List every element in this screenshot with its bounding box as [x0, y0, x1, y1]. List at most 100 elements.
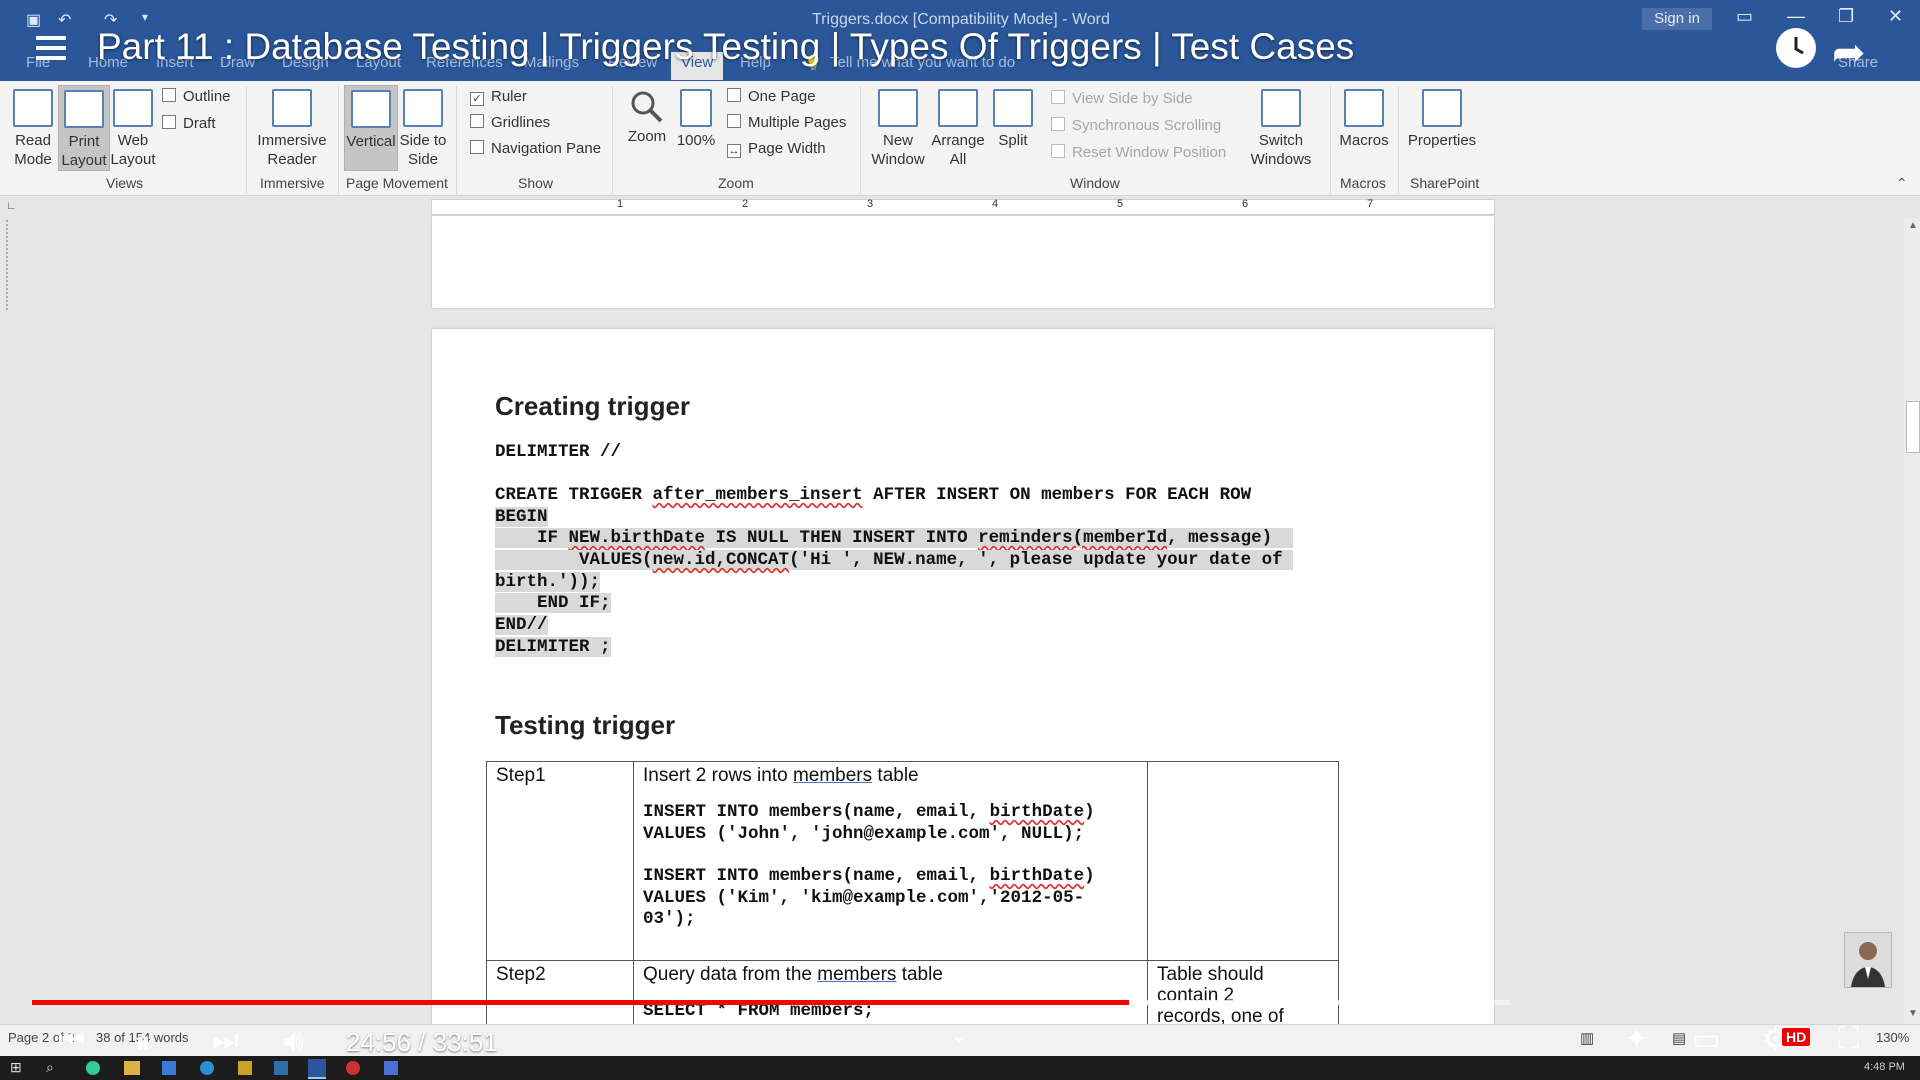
- scroll-down-icon[interactable]: ▼: [1908, 1008, 1918, 1019]
- macros-button[interactable]: Macros: [1336, 89, 1392, 150]
- split-label: Split: [998, 132, 1028, 149]
- exit-fullscreen-icon[interactable]: ⛶: [1838, 1022, 1859, 1056]
- sync-scrolling-button[interactable]: Synchronous Scrolling: [1051, 117, 1221, 134]
- draft-button[interactable]: Draft: [162, 115, 216, 132]
- side-to-side-label: Side to Side: [399, 132, 447, 168]
- step-desc-link: members: [817, 964, 897, 985]
- watch-later-icon[interactable]: [1776, 28, 1816, 68]
- autoplay-icon[interactable]: ✦: [1624, 1022, 1649, 1057]
- code-insert-2: INSERT INTO members(name, email, birthDa…: [634, 845, 1147, 888]
- split-icon: [993, 89, 1033, 127]
- word-taskbar-icon[interactable]: [308, 1059, 326, 1079]
- vertical-icon: [351, 90, 391, 128]
- minimize-icon[interactable]: —: [1787, 6, 1805, 27]
- read-mode-icon: [13, 89, 53, 127]
- page-width-button[interactable]: ↔ Page Width: [727, 140, 826, 158]
- chevron-down-icon[interactable]: ⌄: [950, 1022, 968, 1048]
- immersive-reader-label: Immersive Reader: [257, 132, 327, 168]
- read-mode-button[interactable]: Read Mode: [8, 89, 58, 169]
- view-side-by-side-button[interactable]: View Side by Side: [1051, 90, 1193, 107]
- code-text: birthDate: [989, 802, 1085, 822]
- outline-button[interactable]: Outline: [162, 88, 231, 105]
- outlook-icon[interactable]: [162, 1061, 176, 1075]
- read-mode-label: Read Mode: [14, 132, 52, 168]
- multiple-pages-label: Multiple Pages: [748, 114, 847, 131]
- customize-qat-icon[interactable]: ▾: [142, 10, 148, 24]
- code-values-2b: 03');: [643, 909, 696, 929]
- tab-selector-icon[interactable]: ∟: [6, 200, 18, 212]
- zoom-button[interactable]: Zoom: [622, 89, 672, 146]
- sign-in-button[interactable]: Sign in: [1642, 8, 1712, 30]
- app-icon[interactable]: [346, 1061, 360, 1075]
- table-row: Step1 Insert 2 rows into members table I…: [486, 761, 1339, 961]
- horizontal-ruler[interactable]: 1 2 3 4 5 6 7: [431, 198, 1495, 215]
- properties-button[interactable]: Properties: [1404, 89, 1480, 150]
- gridlines-checkbox[interactable]: Gridlines: [470, 114, 550, 131]
- share-arrow-icon[interactable]: ➦: [1832, 30, 1866, 76]
- edge-icon[interactable]: [200, 1061, 214, 1075]
- video-title[interactable]: Part 11 : Database Testing | Triggers Te…: [97, 26, 1354, 68]
- next-icon[interactable]: ⏭: [212, 1024, 239, 1058]
- web-layout-button[interactable]: Web Layout: [108, 89, 158, 169]
- collapse-ribbon-icon[interactable]: ⌃: [1896, 175, 1908, 192]
- restore-icon[interactable]: ❐: [1838, 6, 1854, 27]
- app-icon[interactable]: [274, 1061, 288, 1075]
- ribbon-separator: [246, 86, 247, 194]
- new-window-button[interactable]: New Window: [866, 89, 930, 169]
- code-birth-text: birth.'));: [495, 572, 601, 592]
- macros-icon: [1344, 89, 1384, 127]
- arrange-all-button[interactable]: Arrange All: [930, 89, 986, 169]
- undo-icon[interactable]: ↶: [58, 10, 71, 30]
- properties-label: Properties: [1407, 132, 1477, 149]
- file-explorer-icon[interactable]: [124, 1061, 140, 1075]
- navigation-pane-checkbox[interactable]: Navigation Pane: [470, 140, 601, 157]
- table-cell: [1147, 761, 1339, 961]
- menu-icon[interactable]: [36, 36, 66, 60]
- code-values-prefix: VALUES(: [495, 550, 653, 570]
- scroll-up-icon[interactable]: ▲: [1908, 220, 1918, 231]
- subtitles-icon[interactable]: ▭: [1692, 1022, 1720, 1057]
- zoom-100-button[interactable]: 100%: [674, 89, 718, 150]
- group-label-zoom: Zoom: [718, 175, 754, 191]
- magnifier-icon: [629, 89, 665, 125]
- test-case-table[interactable]: Step1 Insert 2 rows into members table I…: [486, 761, 1339, 1024]
- code-birth-line: birth.'));: [495, 572, 601, 594]
- code-text: INSERT INTO members(name, email,: [643, 802, 990, 822]
- save-icon[interactable]: ▣: [26, 10, 41, 30]
- immersive-reader-button[interactable]: Immersive Reader: [254, 89, 330, 169]
- zoom-level[interactable]: 130%: [1876, 1030, 1909, 1045]
- multiple-pages-button[interactable]: Multiple Pages: [727, 114, 846, 131]
- app-icon[interactable]: [384, 1061, 398, 1075]
- previous-icon[interactable]: ⏮: [58, 1024, 85, 1058]
- one-page-button[interactable]: One Page: [727, 88, 816, 105]
- ribbon-display-icon[interactable]: ▭: [1736, 6, 1753, 27]
- reset-window-button[interactable]: Reset Window Position: [1051, 144, 1226, 161]
- print-layout-button[interactable]: Print Layout: [58, 85, 110, 171]
- app-icon[interactable]: [238, 1061, 252, 1075]
- volume-icon[interactable]: 🔊︎: [284, 1022, 304, 1060]
- switch-windows-button[interactable]: Switch Windows: [1236, 89, 1326, 169]
- previous-page: [432, 216, 1494, 308]
- table-cell: Step1: [486, 761, 634, 961]
- ruler-checkbox[interactable]: ✓ Ruler: [470, 88, 527, 106]
- pause-icon[interactable]: ⏸: [135, 1024, 151, 1062]
- code-create-suffix: AFTER INSERT ON members FOR EACH ROW: [862, 485, 1252, 505]
- side-to-side-button[interactable]: Side to Side: [398, 89, 448, 169]
- table-cell: Table should contain 2 records, one of: [1147, 960, 1339, 1024]
- page-width-label: Page Width: [748, 140, 826, 157]
- split-button[interactable]: Split: [990, 89, 1036, 150]
- search-icon[interactable]: ⌕: [46, 1059, 54, 1076]
- print-layout-status-icon[interactable]: ▤: [1672, 1029, 1686, 1047]
- ruler-number: 4: [992, 198, 999, 210]
- scrollbar-thumb[interactable]: [1906, 401, 1920, 453]
- step-label: Step1: [496, 765, 546, 786]
- vertical-scrollbar[interactable]: [1904, 218, 1920, 1026]
- progress-played[interactable]: [32, 1000, 1129, 1005]
- zoom-100-label: 100%: [676, 132, 716, 149]
- read-mode-status-icon[interactable]: ▥: [1580, 1029, 1594, 1047]
- windows-start-icon[interactable]: ⊞: [10, 1059, 22, 1076]
- close-icon[interactable]: ✕: [1888, 6, 1903, 27]
- chrome-icon[interactable]: [86, 1061, 100, 1075]
- new-window-label: New Window: [871, 132, 925, 168]
- vertical-button[interactable]: Vertical: [344, 85, 398, 171]
